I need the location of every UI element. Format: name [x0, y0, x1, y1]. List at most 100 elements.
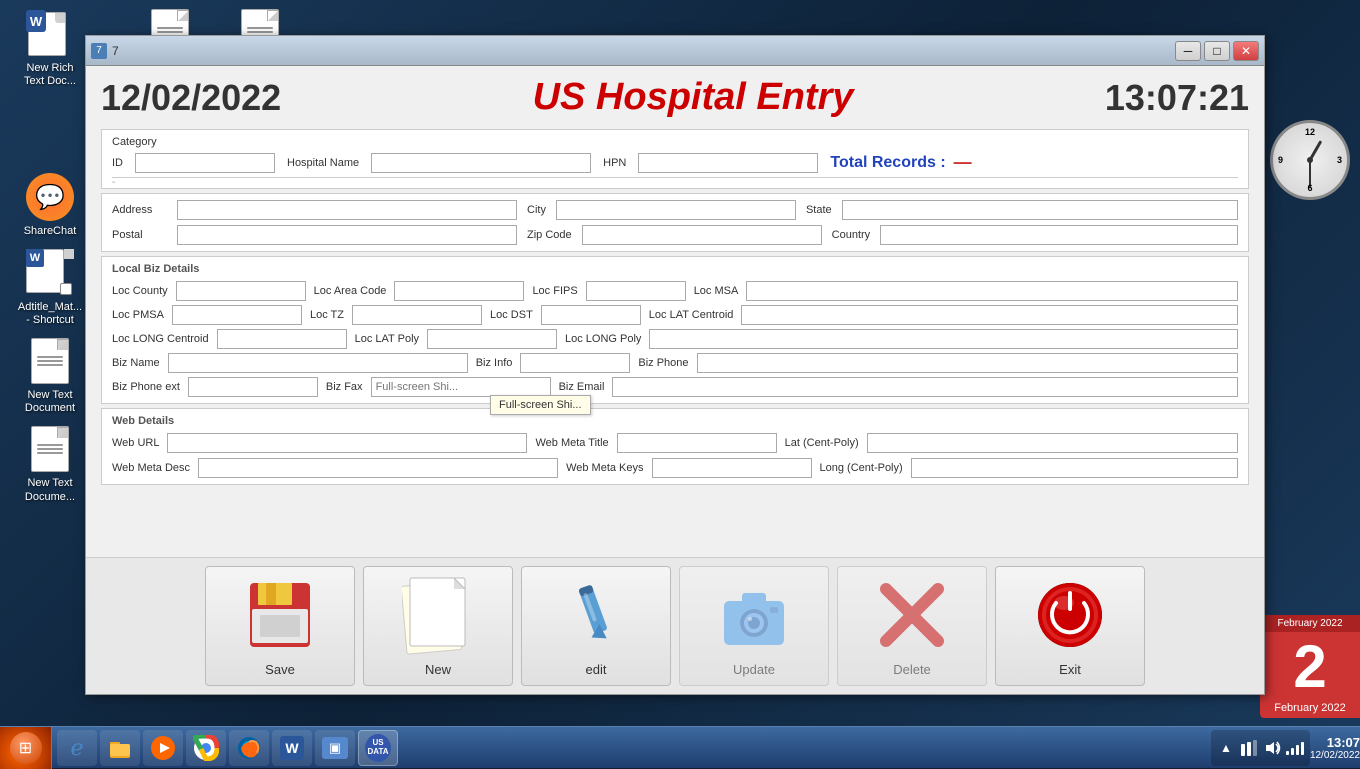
save-button[interactable]: Save — [205, 566, 355, 686]
ie-icon: ℯ — [64, 735, 90, 761]
delete-icon — [872, 575, 952, 655]
save-icon — [240, 575, 320, 655]
taskbar-time-display[interactable]: 13:07 12/02/2022 — [1310, 735, 1360, 761]
desktop-icon-adtitle[interactable]: W ↗ Adtitle_Mat...- Shortcut — [10, 249, 90, 327]
minimize-button[interactable]: ─ — [1175, 41, 1201, 61]
taskbar-firefox[interactable] — [229, 730, 269, 766]
cal-month-footer: February 2022 — [1260, 702, 1360, 718]
loc-tz-input[interactable] — [352, 305, 482, 325]
long-cent-poly-label: Long (Cent-Poly) — [820, 462, 903, 474]
start-orb: ⊞ — [10, 732, 42, 764]
update-button-label: Update — [733, 662, 775, 677]
country-input[interactable] — [880, 225, 1238, 245]
biz-fax-input[interactable] — [371, 377, 551, 397]
new-button[interactable]: New — [363, 566, 513, 686]
taskbar-chrome[interactable] — [186, 730, 226, 766]
desktop-icon-sharechat[interactable]: 💬 ShareChat — [10, 173, 90, 238]
address-input[interactable] — [177, 200, 517, 220]
web-meta-desc-label: Web Meta Desc — [112, 462, 190, 474]
total-records-section: Total Records : — — [830, 152, 971, 173]
loc-fips-input[interactable] — [586, 281, 686, 301]
loc-long-poly-input[interactable] — [649, 329, 1238, 349]
loc-lat-centroid-input[interactable] — [741, 305, 1238, 325]
new-icon — [398, 575, 478, 655]
taskbar-media[interactable] — [143, 730, 183, 766]
save-button-label: Save — [265, 662, 295, 677]
web-details-label: Web Details — [112, 415, 1238, 427]
total-records-value: — — [954, 152, 972, 173]
hpn-input[interactable] — [638, 153, 818, 173]
loc-county-input[interactable] — [176, 281, 306, 301]
loc-dst-label: Loc DST — [490, 309, 533, 321]
state-label: State — [806, 204, 832, 216]
edit-button-label: edit — [586, 662, 607, 677]
loc-lat-poly-input[interactable] — [427, 329, 557, 349]
hospital-name-input[interactable] — [371, 153, 591, 173]
update-button[interactable]: Update — [679, 566, 829, 686]
loc-msa-input[interactable] — [746, 281, 1238, 301]
desktop-icon-rich-text[interactable]: W New RichText Doc... — [10, 10, 90, 88]
loc-tz-label: Loc TZ — [310, 309, 344, 321]
app-content: 12/02/2022 US Hospital Entry 13:07:21 Ca… — [86, 66, 1264, 557]
tray-arrow-icon[interactable]: ▲ — [1217, 739, 1235, 757]
biz-email-label: Biz Email — [559, 381, 605, 393]
maximize-button[interactable]: □ — [1204, 41, 1230, 61]
loc-dst-input[interactable] — [541, 305, 641, 325]
biz-name-input[interactable] — [168, 353, 468, 373]
tray-network-icon[interactable] — [1240, 739, 1258, 757]
chrome-icon — [193, 735, 219, 761]
taskbar-usdata[interactable]: USDATA — [358, 730, 398, 766]
calendar-widget: February 2022 2 February 2022 — [1260, 615, 1360, 718]
delete-button[interactable]: Delete — [837, 566, 987, 686]
edit-icon — [556, 575, 636, 655]
lat-cent-poly-input[interactable] — [867, 433, 1238, 453]
biz-email-input[interactable] — [612, 377, 1238, 397]
web-meta-keys-input[interactable] — [652, 458, 812, 478]
local-biz-label: Local Biz Details — [112, 263, 1238, 275]
biz-info-label: Biz Info — [476, 357, 513, 369]
postal-input[interactable] — [177, 225, 517, 245]
desktop-icon-new-text-1[interactable]: New TextDocument — [10, 337, 90, 415]
address-label: Address — [112, 204, 167, 216]
loc-county-label: Loc County — [112, 285, 168, 297]
zip-code-label: Zip Code — [527, 229, 572, 241]
long-cent-poly-input[interactable] — [911, 458, 1238, 478]
taskbar-apps: ℯ — [52, 730, 1211, 766]
tray-volume-icon[interactable] — [1263, 739, 1281, 757]
files-icon — [107, 735, 133, 761]
lat-cent-poly-label: Lat (Cent-Poly) — [785, 437, 859, 449]
start-button[interactable]: ⊞ — [0, 727, 52, 769]
biz-phone-input[interactable] — [697, 353, 1238, 373]
biz-fax-label: Biz Fax — [326, 381, 363, 393]
web-meta-title-input[interactable] — [617, 433, 777, 453]
desktop: W New RichText Doc... 💬 ShareCh — [0, 0, 1360, 768]
cal-day: 2 — [1260, 632, 1360, 702]
loc-pmsa-input[interactable] — [172, 305, 302, 325]
state-input[interactable] — [842, 200, 1238, 220]
cal-month: February 2022 — [1260, 615, 1360, 632]
web-meta-desc-input[interactable] — [198, 458, 558, 478]
close-button[interactable]: ✕ — [1233, 41, 1259, 61]
taskbar-word[interactable]: W — [272, 730, 312, 766]
loc-area-code-input[interactable] — [394, 281, 524, 301]
firefox-icon — [236, 735, 262, 761]
biz-info-input[interactable] — [520, 353, 630, 373]
edit-button[interactable]: edit — [521, 566, 671, 686]
zip-code-input[interactable] — [582, 225, 822, 245]
loc-msa-label: Loc MSA — [694, 285, 739, 297]
id-input[interactable] — [135, 153, 275, 173]
biz-phone-ext-input[interactable] — [188, 377, 318, 397]
taskbar-explorer[interactable]: ▣ — [315, 730, 355, 766]
usdata-icon: USDATA — [365, 735, 391, 761]
taskbar-ie[interactable]: ℯ — [57, 730, 97, 766]
total-records-label: Total Records : — [830, 154, 945, 172]
postal-label: Postal — [112, 229, 167, 241]
title-bar-controls: ─ □ ✕ — [1175, 41, 1259, 61]
city-input[interactable] — [556, 200, 796, 220]
exit-button[interactable]: Exit — [995, 566, 1145, 686]
word-icon: W — [279, 735, 305, 761]
desktop-icon-new-text-2[interactable]: New TextDocume... — [10, 425, 90, 503]
loc-long-centroid-input[interactable] — [217, 329, 347, 349]
web-url-input[interactable] — [167, 433, 527, 453]
taskbar-files[interactable] — [100, 730, 140, 766]
